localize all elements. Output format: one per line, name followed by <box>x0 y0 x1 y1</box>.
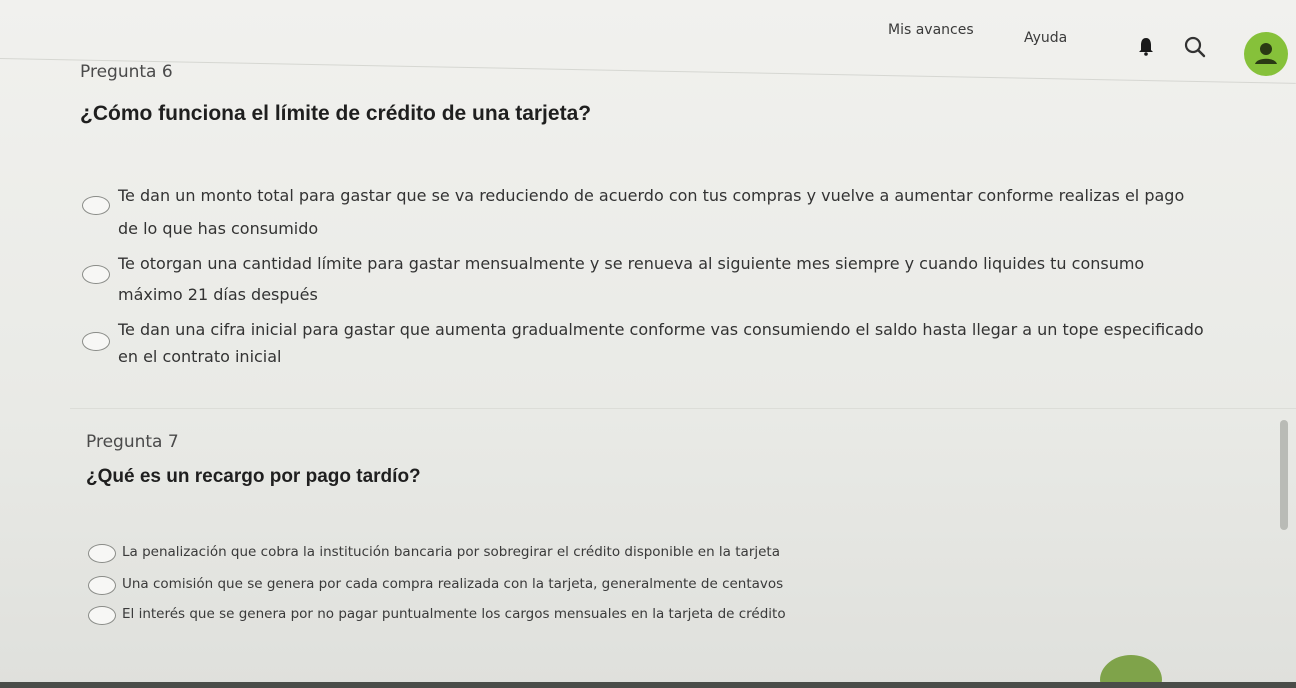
search-icon[interactable] <box>1182 34 1208 60</box>
radio-button[interactable] <box>82 196 110 215</box>
answer-option-text: Una comisión que se genera por cada comp… <box>122 576 784 592</box>
answer-option-text: Te dan una cifra inicial para gastar que… <box>118 320 1204 339</box>
answer-option-text: Te dan un monto total para gastar que se… <box>118 186 1185 205</box>
user-avatar-icon[interactable] <box>1244 32 1288 76</box>
answer-option-text: La penalización que cobra la institución… <box>122 544 780 560</box>
question-divider <box>70 408 1296 409</box>
bottom-edge <box>0 682 1296 688</box>
answer-option-text: de lo que has consumido <box>118 219 319 238</box>
radio-button[interactable] <box>88 544 116 563</box>
answer-option-text: máximo 21 días después <box>118 285 318 304</box>
question-number: Pregunta 7 <box>86 432 179 452</box>
question-text: ¿Cómo funciona el límite de crédito de u… <box>80 102 592 125</box>
top-navigation: Mis avances Ayuda <box>0 0 1296 76</box>
radio-button[interactable] <box>88 576 116 595</box>
quiz-page: Mis avances Ayuda Pregunta 6 ¿Cómo funci… <box>0 0 1296 688</box>
question-number: Pregunta 6 <box>80 62 173 82</box>
radio-button[interactable] <box>82 265 110 284</box>
answer-option-text: Te otorgan una cantidad límite para gast… <box>118 254 1145 273</box>
radio-button[interactable] <box>82 332 110 351</box>
answer-option-text: El interés que se genera por no pagar pu… <box>122 606 786 622</box>
radio-button[interactable] <box>88 606 116 625</box>
question-text: ¿Qué es un recargo por pago tardío? <box>86 466 421 487</box>
scrollbar-thumb[interactable] <box>1280 420 1288 530</box>
nav-link-ayuda[interactable]: Ayuda <box>1024 30 1067 46</box>
bell-icon[interactable] <box>1138 36 1154 56</box>
nav-link-mis-avances[interactable]: Mis avances <box>888 22 974 38</box>
answer-option-text: en el contrato inicial <box>118 347 282 366</box>
header-divider <box>0 58 1296 84</box>
